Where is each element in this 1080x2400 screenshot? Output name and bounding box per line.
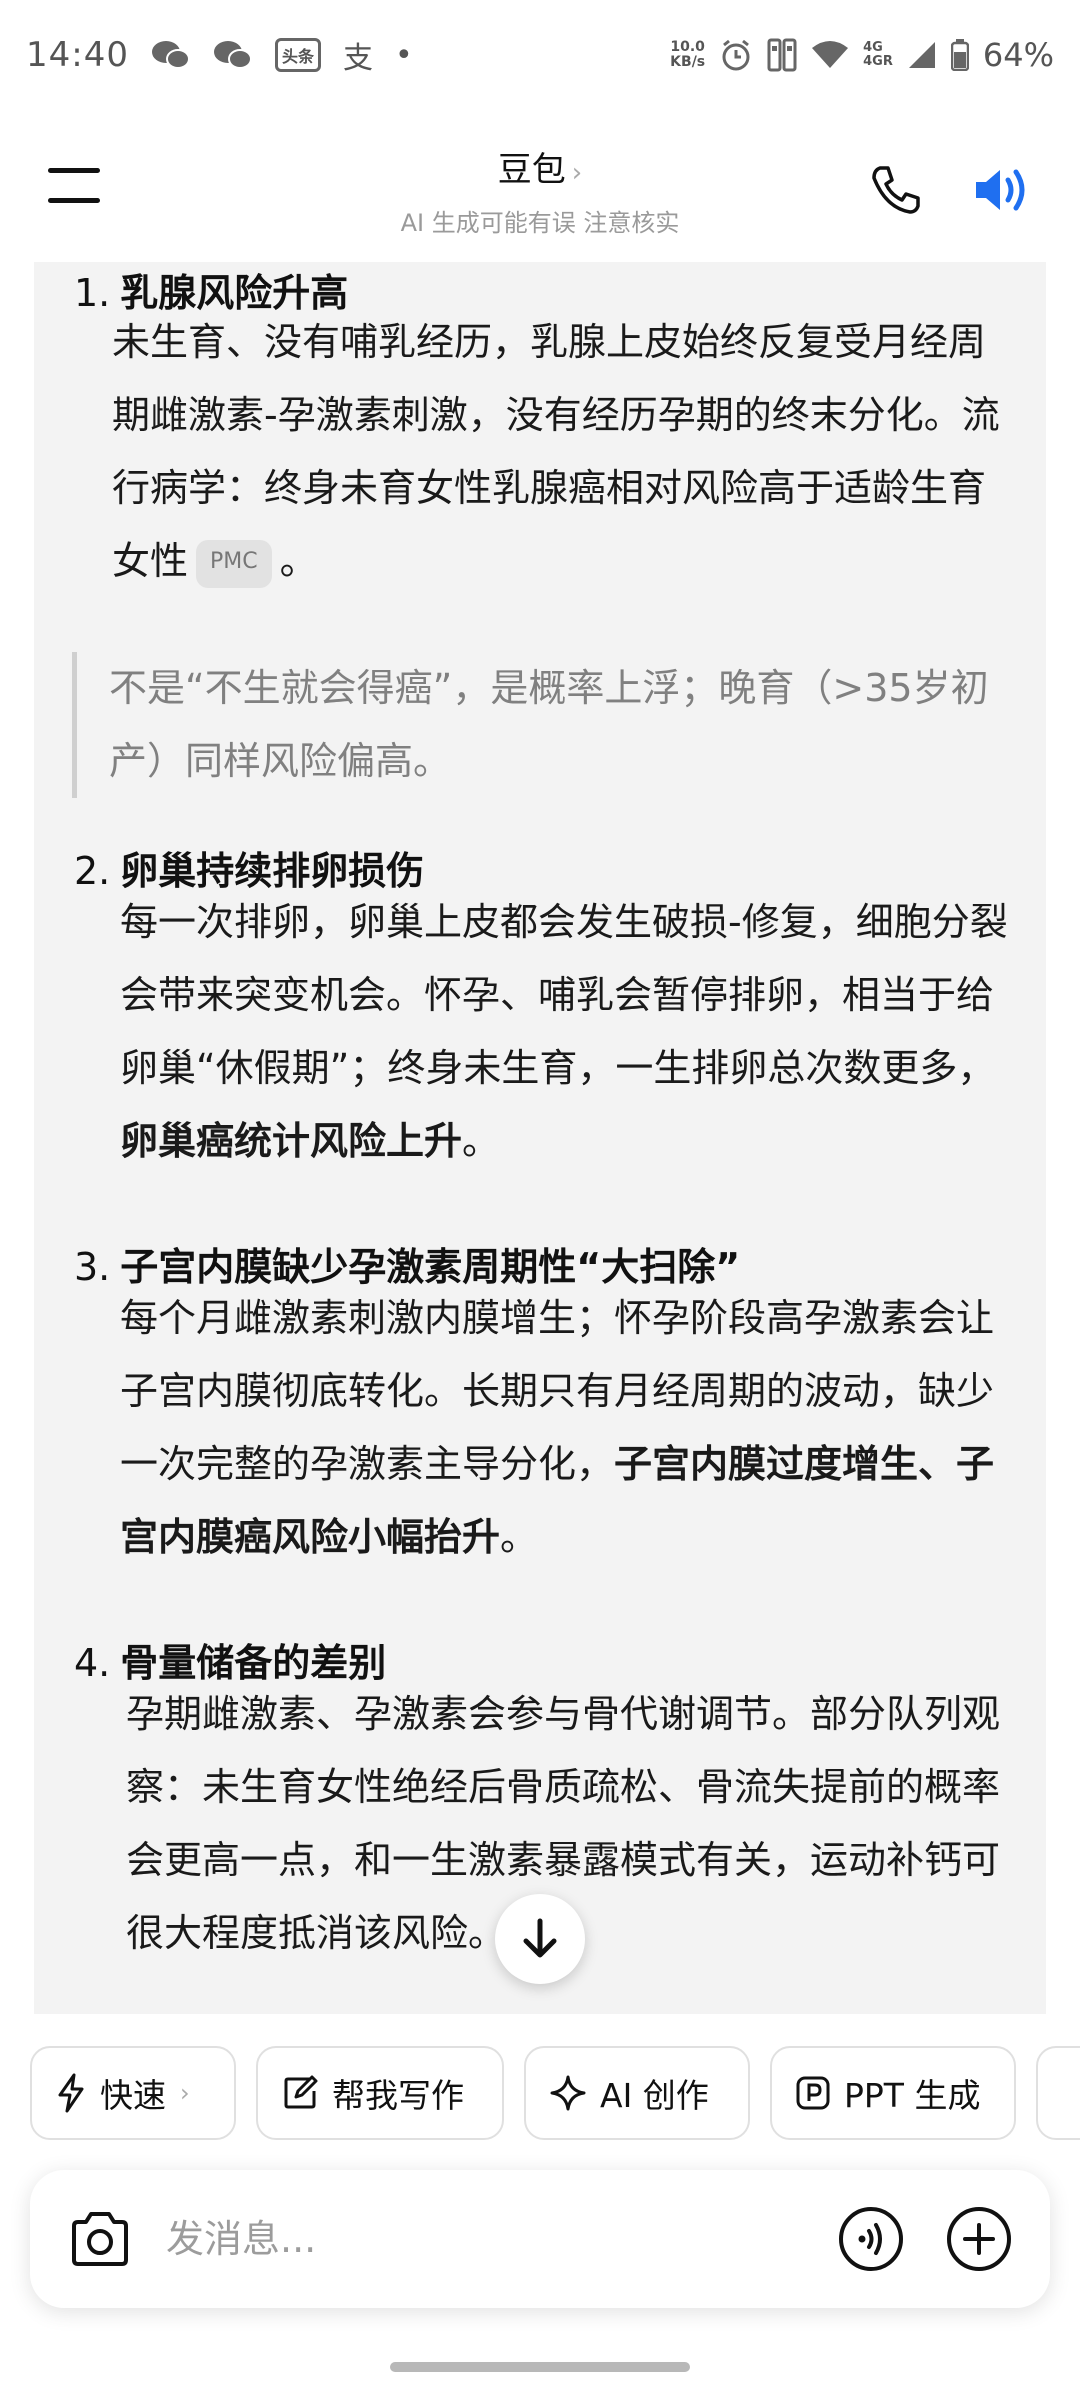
chip-writing-label: 帮我写作 (332, 2076, 464, 2115)
message-content: 1. 乳腺风险升高 未生育、没有哺乳经历，乳腺上皮始终反复受月经周期雌激素-孕激素… (34, 262, 1046, 2014)
wechat-icon (151, 38, 191, 72)
chip-more[interactable] (1036, 2046, 1080, 2140)
notification-dot: • (395, 37, 413, 73)
bot-name: 豆包 (497, 150, 566, 190)
quick-actions: 快速 › 帮我写作 AI 创作 PPT 生成 (30, 2046, 1080, 2142)
voice-input-icon[interactable] (838, 2206, 904, 2272)
alarm-icon (719, 38, 753, 72)
sig-4g-2: 4GR (863, 54, 893, 69)
message-composer (30, 2170, 1050, 2308)
chip-writing[interactable]: 帮我写作 (256, 2046, 504, 2140)
section-1-quote: 不是“不生就会得癌”，是概率上浮；晚育（>35岁初产）同样风险偏高。 (72, 652, 1032, 798)
chip-ai-create[interactable]: AI 创作 (524, 2046, 750, 2140)
wechat-icon-2 (213, 38, 253, 72)
section-1-body: 未生育、没有哺乳经历，乳腺上皮始终反复受月经周期雌激素-孕激素刺激，没有经历孕期… (112, 306, 1002, 598)
section-2-text: 每一次排卵，卵巢上皮都会发生破损-修复，细胞分裂会带来突变机会。怀孕、哺乳会暂停… (120, 900, 1008, 1090)
camera-icon[interactable] (68, 2208, 132, 2270)
section-2-number: 2. (74, 849, 111, 893)
home-indicator[interactable] (390, 2362, 690, 2372)
section-3-body: 每个月雌激素刺激内膜增生；怀孕阶段高孕激素会让子宫内膜彻底转化。长期只有月经周期… (120, 1282, 1020, 1574)
section-2-highlight: 卵巢癌统计风险上升 (120, 1119, 463, 1163)
status-bar: 14:40 头条 支 • 10.0 KB/s 4G 4GR 64% (0, 0, 1080, 110)
section-2-body: 每一次排卵，卵巢上皮都会发生破损-修复，细胞分裂会带来突变机会。怀孕、哺乳会暂停… (120, 886, 1020, 1178)
chevron-right-icon: › (180, 2079, 190, 2107)
plus-icon[interactable] (946, 2206, 1012, 2272)
citation-badge[interactable]: PMC (196, 539, 272, 588)
speaker-icon[interactable] (972, 162, 1034, 218)
section-1-text-end: 。 (279, 539, 318, 583)
net-speed-unit: KB/s (670, 54, 706, 70)
status-left: 14:40 头条 支 • (26, 33, 413, 77)
chip-ppt-label: PPT 生成 (844, 2076, 981, 2115)
phone-icon[interactable] (868, 162, 924, 218)
section-3-number: 3. (74, 1245, 111, 1289)
chip-ppt[interactable]: PPT 生成 (770, 2046, 1016, 2140)
section-2-text-end: 。 (462, 1119, 501, 1163)
status-right: 10.0 KB/s 4G 4GR 64% (670, 36, 1054, 74)
toutiao-icon: 头条 (274, 38, 321, 72)
section-4-number: 4. (74, 1641, 111, 1685)
section-3-text-end: 。 (500, 1515, 539, 1559)
chip-quick[interactable]: 快速 › (30, 2046, 236, 2140)
battery-icon (950, 39, 969, 71)
scroll-to-bottom-button[interactable] (495, 1894, 585, 1984)
lightning-icon (58, 2073, 84, 2113)
cellular-4g: 4G 4GR (863, 41, 893, 69)
arrow-down-icon (523, 1918, 557, 1958)
status-time: 14:40 (26, 35, 129, 75)
edit-icon (284, 2075, 318, 2109)
chip-ai-create-label: AI 创作 (600, 2076, 709, 2115)
wifi-icon (811, 40, 849, 70)
net-speed-value: 10.0 (670, 39, 705, 55)
section-1-number: 1. (74, 271, 111, 315)
alipay-icon: 支 (343, 41, 373, 76)
battery-percent: 64% (982, 36, 1054, 74)
sig-4g-1: 4G (863, 40, 883, 55)
net-speed: 10.0 KB/s (670, 40, 705, 70)
sim-icon (767, 38, 797, 72)
ppt-icon (796, 2076, 830, 2110)
chip-quick-label: 快速 (100, 2076, 166, 2115)
message-input[interactable] (166, 2204, 826, 2274)
chevron-right-icon: › (571, 158, 583, 188)
sparkle-icon (550, 2075, 586, 2111)
chat-header: 豆包 › AI 生成可能有误 注意核实 (0, 120, 1080, 260)
signal-icon (907, 40, 937, 70)
